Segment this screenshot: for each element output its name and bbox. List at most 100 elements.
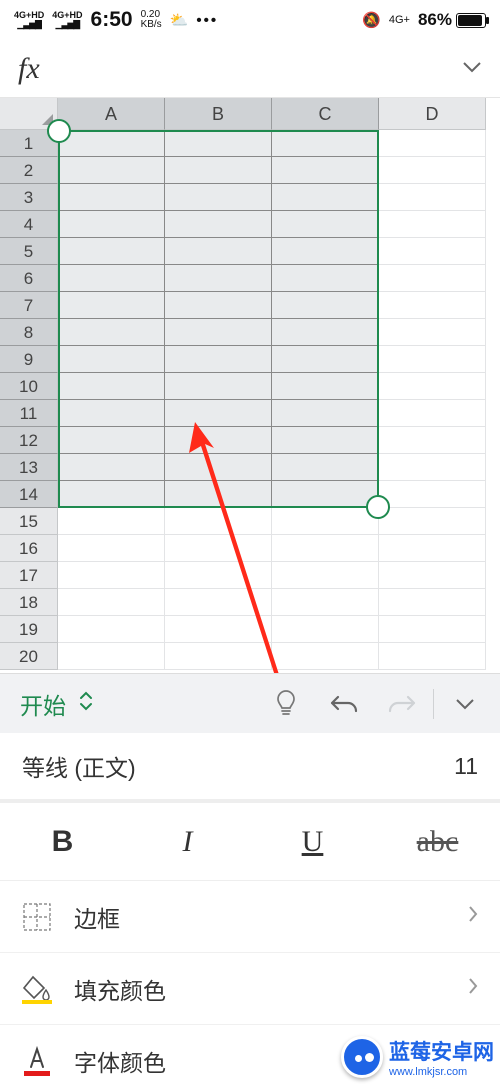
cell[interactable] (272, 319, 379, 346)
font-name-picker[interactable]: 等线 (正文) (22, 749, 136, 783)
cell[interactable] (272, 535, 379, 562)
column-header[interactable]: B (165, 98, 272, 130)
cell[interactable] (165, 589, 272, 616)
column-header[interactable]: D (379, 98, 486, 130)
cell[interactable] (379, 427, 486, 454)
cell[interactable] (272, 373, 379, 400)
row-header[interactable]: 14 (0, 481, 58, 508)
cell[interactable] (58, 346, 165, 373)
cell[interactable] (58, 292, 165, 319)
cell[interactable] (165, 481, 272, 508)
cell[interactable] (379, 265, 486, 292)
column-header[interactable]: A (58, 98, 165, 130)
row-header[interactable]: 10 (0, 373, 58, 400)
cell[interactable] (379, 454, 486, 481)
cell[interactable] (58, 265, 165, 292)
cell[interactable] (58, 535, 165, 562)
row-header[interactable]: 9 (0, 346, 58, 373)
cell[interactable] (272, 616, 379, 643)
cell[interactable] (272, 589, 379, 616)
row-header[interactable]: 20 (0, 643, 58, 670)
cell[interactable] (379, 562, 486, 589)
cell[interactable] (165, 346, 272, 373)
cell[interactable] (58, 238, 165, 265)
row-header[interactable]: 12 (0, 427, 58, 454)
cell[interactable] (379, 292, 486, 319)
cell[interactable] (165, 373, 272, 400)
cell[interactable] (58, 211, 165, 238)
cell[interactable] (58, 157, 165, 184)
spreadsheet-grid[interactable]: ABCD 1234567891011121314151617181920 (0, 98, 500, 673)
cell[interactable] (58, 319, 165, 346)
cell[interactable] (272, 292, 379, 319)
cell[interactable] (165, 643, 272, 670)
collapse-ribbon-button[interactable] (436, 675, 494, 733)
cell[interactable] (379, 346, 486, 373)
tab-start[interactable]: 开始 (6, 687, 108, 721)
cell[interactable] (379, 184, 486, 211)
cell[interactable] (58, 400, 165, 427)
cell[interactable] (379, 373, 486, 400)
cell[interactable] (272, 265, 379, 292)
cell[interactable] (272, 238, 379, 265)
cell[interactable] (165, 508, 272, 535)
cell[interactable] (165, 238, 272, 265)
cell[interactable] (272, 562, 379, 589)
cell[interactable] (58, 130, 165, 157)
cell[interactable] (379, 400, 486, 427)
cell[interactable] (165, 130, 272, 157)
row-header[interactable]: 7 (0, 292, 58, 319)
cell[interactable] (58, 562, 165, 589)
cell[interactable] (272, 454, 379, 481)
selection-handle-br[interactable] (366, 495, 390, 519)
formula-bar[interactable]: fx (0, 40, 500, 98)
cell[interactable] (58, 427, 165, 454)
hint-button[interactable] (257, 675, 315, 733)
font-size-picker[interactable]: 11 (454, 753, 478, 780)
row-header[interactable]: 4 (0, 211, 58, 238)
cell[interactable] (272, 211, 379, 238)
cell[interactable] (379, 319, 486, 346)
cell[interactable] (58, 508, 165, 535)
row-header[interactable]: 5 (0, 238, 58, 265)
fill-color-menu[interactable]: 填充颜色 (0, 953, 500, 1025)
redo-button[interactable] (373, 675, 431, 733)
row-header[interactable]: 17 (0, 562, 58, 589)
cell[interactable] (165, 616, 272, 643)
bold-button[interactable]: B (0, 825, 125, 859)
cell[interactable] (165, 211, 272, 238)
chevron-down-icon[interactable] (462, 60, 482, 78)
row-header[interactable]: 18 (0, 589, 58, 616)
cell[interactable] (272, 427, 379, 454)
cell[interactable] (165, 292, 272, 319)
cell[interactable] (165, 535, 272, 562)
row-header[interactable]: 15 (0, 508, 58, 535)
cell[interactable] (272, 481, 379, 508)
row-header[interactable]: 11 (0, 400, 58, 427)
row-header[interactable]: 19 (0, 616, 58, 643)
cell[interactable] (58, 616, 165, 643)
cell[interactable] (272, 184, 379, 211)
cell[interactable] (272, 508, 379, 535)
cell[interactable] (379, 535, 486, 562)
cell[interactable] (58, 184, 165, 211)
row-header[interactable]: 8 (0, 319, 58, 346)
italic-button[interactable]: I (125, 825, 250, 859)
cell[interactable] (165, 184, 272, 211)
cell[interactable] (272, 130, 379, 157)
cell[interactable] (379, 508, 486, 535)
row-header[interactable]: 2 (0, 157, 58, 184)
cell[interactable] (165, 265, 272, 292)
cell[interactable] (379, 211, 486, 238)
cell[interactable] (58, 373, 165, 400)
underline-button[interactable]: U (250, 825, 375, 859)
row-header[interactable]: 3 (0, 184, 58, 211)
cell[interactable] (165, 319, 272, 346)
cell[interactable] (272, 400, 379, 427)
cell[interactable] (165, 454, 272, 481)
cell[interactable] (58, 589, 165, 616)
cell[interactable] (58, 481, 165, 508)
cell[interactable] (379, 157, 486, 184)
cell[interactable] (165, 562, 272, 589)
cell[interactable] (379, 481, 486, 508)
